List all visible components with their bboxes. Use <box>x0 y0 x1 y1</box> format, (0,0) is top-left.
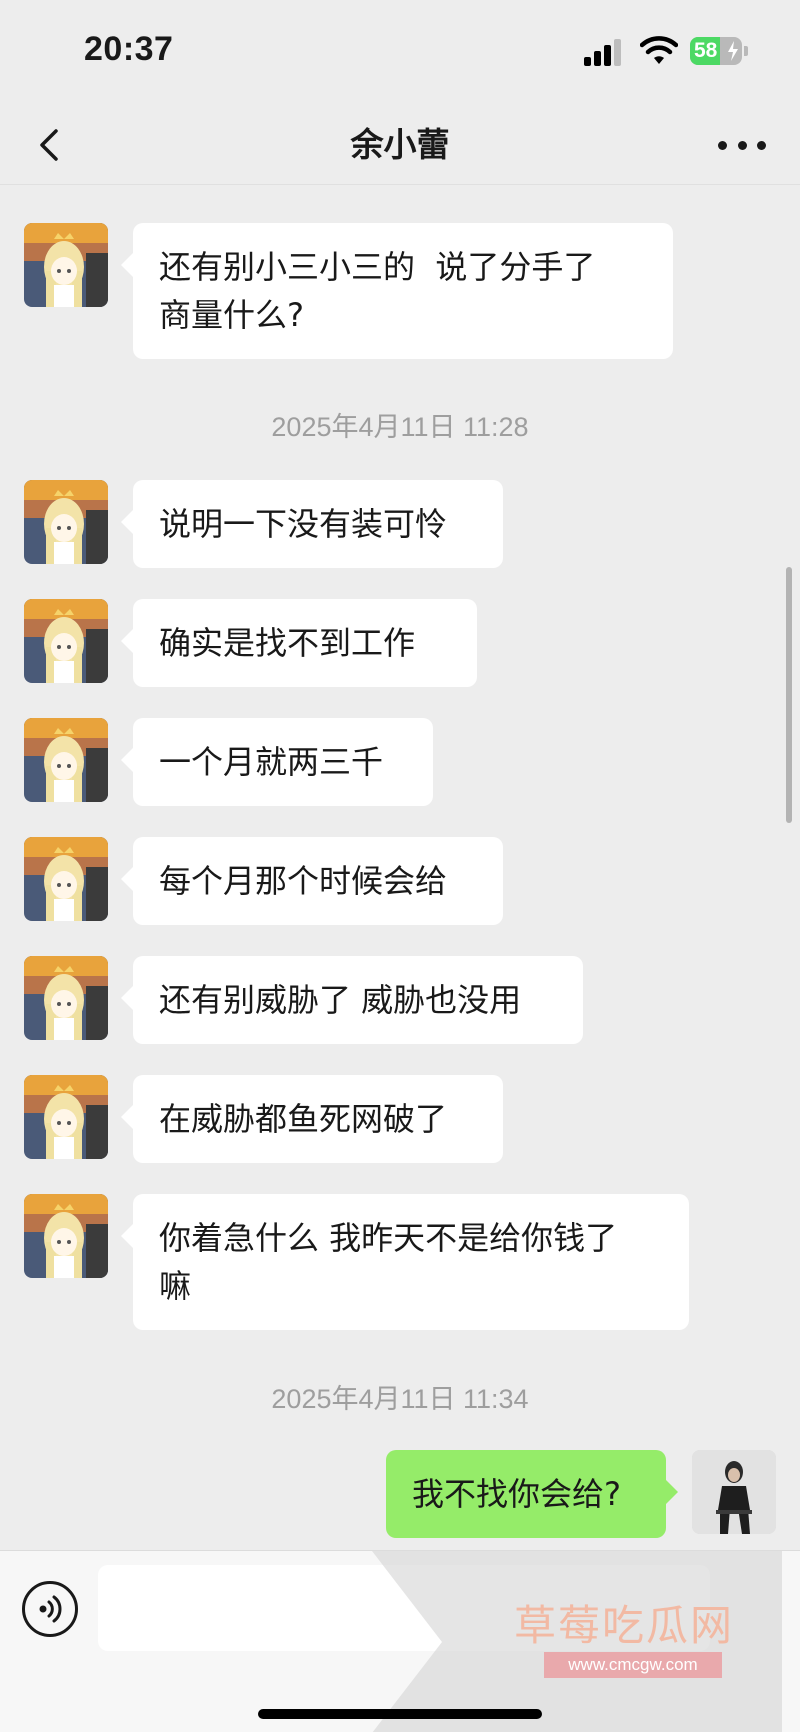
message-bubble[interactable]: 你着急什么 我昨天不是给你钱了嘛 <box>121 1194 689 1330</box>
message-bubble[interactable]: 还有别威胁了 威胁也没用 <box>121 956 583 1044</box>
message-list[interactable]: 还有别小三小三的 说了分手了 商量什么? 2025年4月11日 11:28 说明一下没… <box>0 185 800 1550</box>
message-text-line: 还有别威胁了 威胁也没用 <box>159 981 522 1019</box>
message-text-line: 还有别小三小三的 说了分手了 <box>159 248 596 286</box>
contact-avatar[interactable] <box>24 1194 108 1278</box>
message-bubble[interactable]: 一个月就两三千 <box>121 718 433 806</box>
watermark-title: 草莓吃瓜网 <box>514 1601 735 1650</box>
message-bubble[interactable]: 说明一下没有装可怜 <box>121 480 503 568</box>
message-timestamp: 2025年4月11日 11:28 <box>271 412 529 442</box>
voice-icon[interactable] <box>22 1581 78 1637</box>
message-text-line: 在威胁都鱼死网破了 <box>159 1100 448 1138</box>
ellipsis-icon <box>718 140 727 150</box>
contact-avatar[interactable] <box>24 599 108 683</box>
chat-header: 余小蕾 <box>0 105 800 185</box>
contact-avatar[interactable] <box>24 956 108 1040</box>
battery-nub <box>744 46 748 56</box>
message-timestamp: 2025年4月11日 11:34 <box>271 1384 529 1414</box>
wifi-icon <box>640 36 678 64</box>
message-text-line: 说明一下没有装可怜 <box>159 505 448 543</box>
message-text-line: 嘛 <box>159 1267 192 1305</box>
watermark-url: www.cmcgw.com <box>544 1652 722 1678</box>
contact-avatar[interactable] <box>24 1075 108 1159</box>
message-bubble[interactable]: 还有别小三小三的 说了分手了 商量什么? <box>121 223 673 359</box>
contact-avatar[interactable] <box>24 223 108 307</box>
contact-avatar[interactable] <box>24 718 108 802</box>
home-indicator <box>258 1709 542 1719</box>
my-avatar[interactable] <box>692 1450 776 1534</box>
message-text-line: 一个月就两三千 <box>159 743 384 781</box>
message-bubble[interactable]: 我不找你会给? <box>386 1450 678 1538</box>
message-text-line: 确实是找不到工作 <box>159 624 416 662</box>
more-options-button[interactable] <box>718 127 766 163</box>
cellular-signal-icon <box>584 38 626 66</box>
message-text-line: 你着急什么 我昨天不是给你钱了 <box>159 1219 618 1257</box>
message-text-line: 商量什么? <box>159 296 304 334</box>
message-bubble[interactable]: 确实是找不到工作 <box>121 599 477 687</box>
back-button[interactable] <box>28 121 76 169</box>
scrollbar[interactable] <box>786 567 792 823</box>
message-text-line: 我不找你会给? <box>412 1475 621 1513</box>
charging-bolt-icon <box>728 41 738 61</box>
message-text-line: 每个月那个时候会给 <box>159 862 448 900</box>
contact-avatar[interactable] <box>24 837 108 921</box>
message-bubble[interactable]: 每个月那个时候会给 <box>121 837 503 925</box>
contact-avatar[interactable] <box>24 480 108 564</box>
message-bubble[interactable]: 在威胁都鱼死网破了 <box>121 1075 503 1163</box>
status-time: 20:37 <box>84 30 174 68</box>
chat-title: 余小蕾 <box>350 125 450 164</box>
status-bar: 20:37 58 <box>0 0 800 105</box>
battery-indicator: 58 <box>690 37 742 65</box>
